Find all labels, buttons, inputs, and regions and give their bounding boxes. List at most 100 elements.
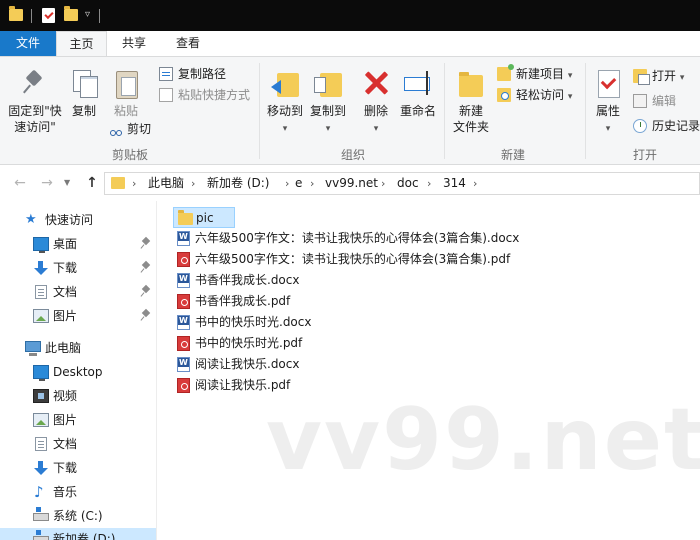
easy-access-chevron-down-icon: ▾	[567, 92, 573, 102]
sidebar-item-label: 音乐	[53, 485, 78, 499]
sidebar-item-drive-c[interactable]: 系统 (C:)	[0, 505, 156, 527]
sidebar-item-label: Desktop	[53, 365, 103, 379]
copy-to-button[interactable]: 复制到 ▾	[306, 67, 350, 137]
list-item[interactable]: 书香伴我成长.pdf	[173, 291, 333, 312]
sidebar-item-downloads[interactable]: 下载	[0, 257, 156, 279]
breadcrumb-chevron-icon[interactable]: ›	[381, 173, 385, 194]
new-folder-label: 新建 文件夹	[452, 104, 489, 134]
rename-label: 重命名	[399, 104, 436, 118]
back-arrow-icon[interactable]: ←	[11, 174, 29, 192]
navigation-bar: ← → ▼ ↑ › 此电脑 › 新加卷 (D:) › e › vv99.net …	[0, 165, 700, 201]
copy-button[interactable]: 复制	[66, 67, 102, 119]
sidebar-item-drive-d[interactable]: 新加卷 (D:)	[0, 528, 156, 540]
sidebar-item-quick-access[interactable]: ★ 快速访问	[0, 209, 156, 231]
word-document-icon	[177, 273, 190, 288]
sidebar-item-label: 文档	[53, 437, 78, 451]
pdf-icon	[177, 378, 190, 393]
delete-button[interactable]: 删除 ▾	[358, 67, 394, 137]
breadcrumb-chevron-icon[interactable]: ›	[427, 173, 431, 194]
pin-icon[interactable]	[142, 310, 150, 318]
breadcrumb-chevron-icon[interactable]: ›	[473, 173, 477, 194]
sidebar-item-label: 新加卷 (D:)	[53, 532, 116, 540]
group-separator	[585, 63, 586, 159]
file-name: 书中的快乐时光.docx	[195, 315, 312, 329]
history-icon	[633, 119, 647, 133]
list-item[interactable]: pic	[173, 207, 235, 228]
sidebar-item-label: 此电脑	[45, 341, 82, 355]
drive-icon	[33, 530, 49, 540]
breadcrumb-chevron-icon[interactable]: ›	[310, 173, 314, 194]
sidebar-item-pc-pictures[interactable]: 图片	[0, 409, 156, 431]
new-group-label: 新建	[500, 148, 525, 162]
clipboard-group-label: 剪贴板	[111, 148, 148, 162]
tab-home[interactable]: 主页	[56, 31, 107, 57]
move-to-chevron-down-icon: ▾	[282, 124, 288, 134]
sidebar-item-pc-documents[interactable]: 文档	[0, 433, 156, 455]
address-bar[interactable]: › 此电脑 › 新加卷 (D:) › e › vv99.net › doc › …	[104, 172, 700, 195]
sidebar-item-this-pc[interactable]: 此电脑	[0, 337, 156, 359]
download-icon	[33, 461, 49, 475]
up-arrow-icon[interactable]: ↑	[83, 174, 101, 192]
word-document-icon	[177, 357, 190, 372]
breadcrumb-drive-d[interactable]: 新加卷 (D:)	[207, 173, 269, 194]
new-folder-button[interactable]: 新建 文件夹	[449, 67, 493, 135]
sidebar-item-documents[interactable]: 文档	[0, 281, 156, 303]
breadcrumb-this-pc[interactable]: 此电脑	[148, 173, 184, 194]
pin-icon[interactable]	[142, 262, 150, 270]
sidebar-item-pc-desktop[interactable]: Desktop	[0, 361, 156, 383]
forward-arrow-icon[interactable]: →	[38, 174, 56, 192]
pin-icon[interactable]	[142, 238, 150, 246]
sidebar-item-pictures[interactable]: 图片	[0, 305, 156, 327]
list-item[interactable]: 书香伴我成长.docx	[173, 270, 333, 291]
paste-label: 粘贴	[113, 104, 138, 118]
rename-button[interactable]: 重命名	[396, 67, 440, 119]
delete-label: 删除	[363, 104, 388, 118]
organize-group-label: 组织	[340, 148, 365, 162]
sidebar-item-label: 桌面	[53, 237, 78, 251]
copy-to-label: 复制到	[309, 104, 346, 118]
paste-button[interactable]: 粘贴	[106, 67, 146, 119]
breadcrumb-doc[interactable]: doc	[397, 173, 419, 194]
sidebar-item-videos[interactable]: 视频	[0, 385, 156, 407]
new-item-label: 新建项目 ▾	[516, 67, 573, 81]
move-to-button[interactable]: 移动到 ▾	[263, 67, 307, 137]
sidebar-item-label: 文档	[53, 285, 78, 299]
tab-view[interactable]: 查看	[162, 31, 214, 56]
tab-file[interactable]: 文件	[0, 31, 56, 56]
breadcrumb-chevron-icon[interactable]: ›	[132, 173, 136, 194]
pin-to-quick-access-button[interactable]: 固定到"快 速访问"	[4, 67, 66, 135]
open-chevron-down-icon: ▾	[679, 73, 685, 83]
new-folder-quick-icon[interactable]	[64, 6, 78, 21]
breadcrumb-e[interactable]: e	[295, 173, 302, 194]
list-item[interactable]: 书中的快乐时光.docx	[173, 312, 333, 333]
recent-locations-chevron-down-icon[interactable]: ▼	[64, 178, 70, 187]
open-label: 打开 ▾	[652, 69, 685, 83]
computer-icon	[25, 341, 41, 356]
breadcrumb-chevron-icon[interactable]: ›	[285, 173, 289, 194]
ribbon: 固定到"快 速访问" 复制 粘贴 复制路径 粘贴快捷方式 剪切 剪贴板 移动到 …	[0, 56, 700, 165]
properties-chevron-down-icon: ▾	[605, 124, 611, 134]
breadcrumb-chevron-icon[interactable]: ›	[191, 173, 195, 194]
customize-quick-access-chevron-icon[interactable]: ▿	[85, 9, 90, 25]
breadcrumb-vv99[interactable]: vv99.net	[325, 173, 378, 194]
breadcrumb-314[interactable]: 314	[443, 173, 466, 194]
tab-share[interactable]: 共享	[108, 31, 160, 56]
music-icon: ♪	[34, 483, 44, 501]
copy-icon	[68, 67, 100, 99]
list-item[interactable]: 六年级500字作文：读书让我快乐的心得体会(3篇合集).docx	[173, 228, 533, 249]
move-to-icon	[269, 67, 301, 99]
desktop-icon	[33, 365, 49, 381]
history-label: 历史记录	[652, 119, 700, 133]
sidebar-item-music[interactable]: ♪ 音乐	[0, 481, 156, 503]
list-item[interactable]: 六年级500字作文：读书让我快乐的心得体会(3篇合集).pdf	[173, 249, 533, 270]
sidebar-item-pc-downloads[interactable]: 下载	[0, 457, 156, 479]
properties-button[interactable]: 属性 ▾	[590, 67, 626, 137]
list-item[interactable]: 阅读让我快乐.docx	[173, 354, 333, 375]
scissors-icon	[108, 122, 122, 136]
pin-icon[interactable]	[142, 286, 150, 294]
properties-quick-icon[interactable]	[42, 8, 55, 23]
sidebar-item-desktop[interactable]: 桌面	[0, 233, 156, 255]
paste-shortcut-label: 粘贴快捷方式	[178, 88, 251, 102]
list-item[interactable]: 书中的快乐时光.pdf	[173, 333, 333, 354]
file-name: 阅读让我快乐.docx	[195, 357, 300, 371]
